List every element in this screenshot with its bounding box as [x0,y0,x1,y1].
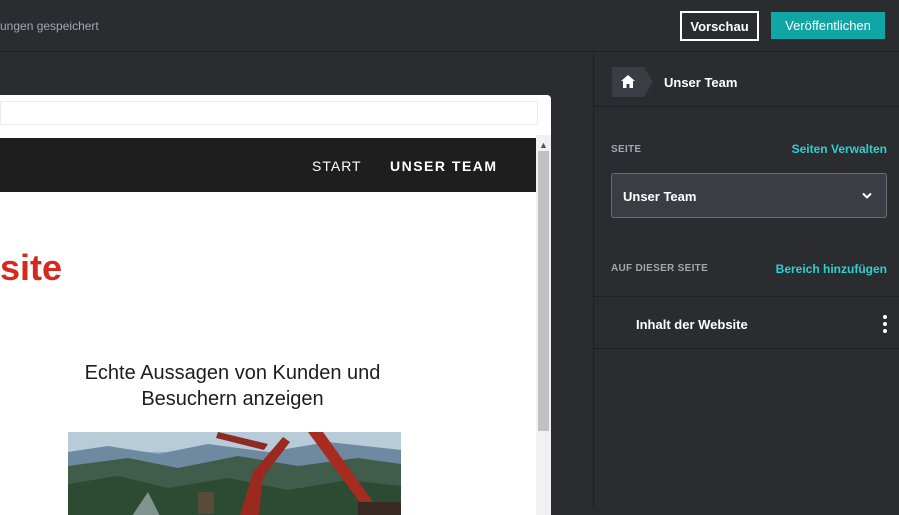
preview-canvas: START UNSER TEAM ▲ site Echte Aussagen v… [0,53,592,515]
site-title: site [0,247,63,288]
preview-scrollbar-thumb[interactable] [538,151,549,431]
editor-topbar: ungen gespeichert Vorschau Veröffentlich… [0,0,899,52]
save-status: ungen gespeichert [0,19,99,33]
page-section-label: SEITE [611,144,642,155]
page-select-value: Unser Team [623,189,697,204]
site-navigation: START UNSER TEAM [0,138,536,192]
preview-button[interactable]: Vorschau [680,11,759,41]
preview-url-bar [0,101,538,125]
nav-link-unser-team[interactable]: UNSER TEAM [390,158,498,174]
publish-button[interactable]: Veröffentlichen [771,12,885,39]
section-list-item-label: Inhalt der Website [636,317,748,332]
website-preview: START UNSER TEAM ▲ site Echte Aussagen v… [0,95,551,515]
manage-pages-link[interactable]: Seiten Verwalten [774,142,887,156]
section-list-item[interactable]: Inhalt der Website [594,296,899,349]
breadcrumb: Unser Team [594,53,899,107]
page-select[interactable]: Unser Team [611,173,887,218]
page-settings-panel: Unser Team SEITE Seiten Verwalten Unser … [593,53,899,508]
home-icon [621,75,635,88]
site-tagline: Echte Aussagen von Kunden und Besuchern … [84,362,381,410]
nav-link-start[interactable]: START [312,158,362,174]
scroll-up-arrow-icon[interactable]: ▲ [539,140,548,150]
breadcrumb-current-page: Unser Team [664,75,738,90]
home-button[interactable] [612,67,644,97]
more-options-icon[interactable] [883,315,889,333]
add-section-link[interactable]: Bereich hinzufügen [754,262,887,276]
breadcrumb-separator [644,67,653,97]
chevron-down-icon [862,192,872,199]
hero-image [68,432,401,515]
on-this-page-label: AUF DIESER SEITE [611,263,709,274]
